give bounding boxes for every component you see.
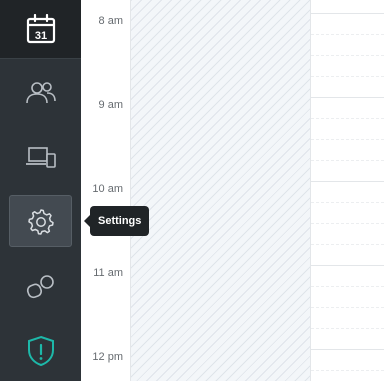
day-column-unavailable[interactable] [130, 0, 311, 381]
settings-tooltip: Settings [83, 206, 150, 236]
grid-line [311, 244, 384, 245]
grid-line [311, 181, 384, 182]
shield-alert-icon [27, 335, 54, 366]
sidebar-item-apps[interactable] [0, 254, 81, 320]
time-label: 12 pm [92, 351, 123, 363]
grid-line [311, 160, 384, 161]
apps-icon [26, 275, 54, 299]
grid-line [311, 34, 384, 35]
grid-line [311, 202, 384, 203]
sidebar-item-devices[interactable] [0, 128, 81, 188]
sidebar-item-security[interactable] [0, 320, 81, 381]
grid-line [311, 307, 384, 308]
time-label: 9 am [98, 99, 123, 111]
sidebar-item-people[interactable] [0, 58, 81, 128]
sidebar: 31 [0, 0, 81, 381]
grid-line [311, 118, 384, 119]
grid-line [311, 349, 384, 350]
grid-line [311, 370, 384, 371]
time-label: 8 am [98, 15, 123, 27]
grid-line [311, 286, 384, 287]
grid-line [311, 328, 384, 329]
calendar-icon: 31 [26, 14, 55, 44]
time-label: 10 am [92, 183, 123, 195]
gear-icon [27, 209, 54, 235]
grid-line [311, 76, 384, 77]
grid-line [311, 223, 384, 224]
sidebar-item-settings[interactable] [0, 188, 81, 254]
grid-line [311, 139, 384, 140]
devices-icon [25, 147, 56, 168]
people-icon [25, 82, 56, 104]
sidebar-item-calendar[interactable]: 31 [0, 0, 81, 58]
calendar-day-label: 31 [34, 30, 46, 42]
grid-line [311, 55, 384, 56]
time-column: 8 am 9 am 10 am 11 am 12 pm [81, 0, 130, 381]
time-label: 11 am [93, 267, 123, 279]
grid-line [311, 97, 384, 98]
grid-line [311, 265, 384, 266]
